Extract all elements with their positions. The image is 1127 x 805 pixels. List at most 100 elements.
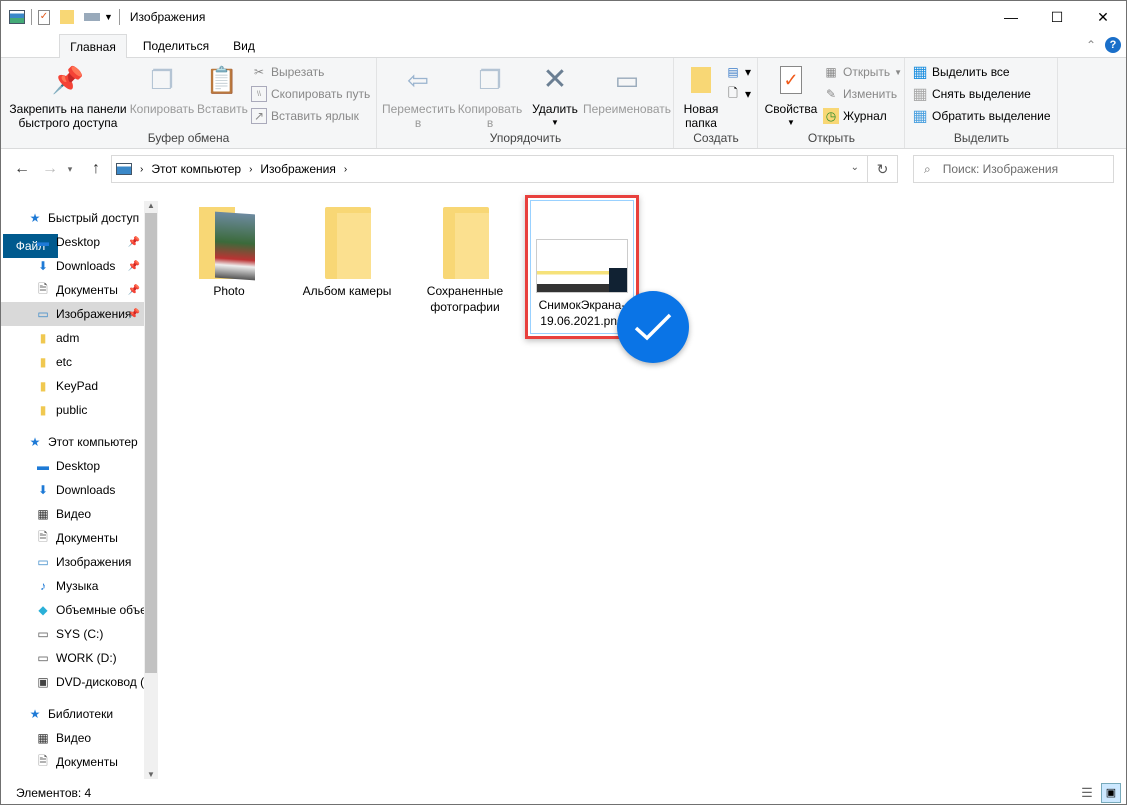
sidebar-item[interactable]: ▭ WORK (D:) (1, 646, 144, 670)
sidebar-item[interactable]: ◆ Объемные объекты (1, 598, 144, 622)
sidebar-item[interactable]: ▮ etc (1, 350, 144, 374)
cut-button[interactable]: ✂ Вырезать (251, 62, 324, 82)
sidebar-item[interactable]: ⬇ Downloads 📌 (1, 254, 144, 278)
new-folder-button[interactable]: Новая папка (679, 64, 723, 130)
breadcrumb-this-pc[interactable]: Этот компьютер (151, 162, 241, 176)
refresh-button[interactable]: ↻ (868, 155, 898, 183)
collapse-ribbon-icon[interactable]: ⌃ (1086, 38, 1096, 52)
sidebar-item[interactable]: ▬ Desktop (1, 454, 144, 478)
sidebar-item[interactable]: 🗎 Документы 📌 (1, 278, 144, 302)
sidebar-section-libraries[interactable]: ★ Библиотеки (1, 702, 144, 726)
sidebar-item[interactable]: ▬ Desktop 📌 (1, 230, 144, 254)
sidebar-item[interactable]: ▮ public (1, 398, 144, 422)
copy-button[interactable]: ❐ Копировать (128, 64, 196, 116)
drive-icon: ▭ (37, 651, 49, 665)
up-button[interactable]: ↑ (85, 155, 107, 183)
help-icon[interactable]: ? (1105, 37, 1121, 53)
maximize-button[interactable]: ☐ (1034, 1, 1080, 33)
properties-button[interactable]: ✓ Свойства ▼ (761, 64, 821, 130)
tab-view[interactable]: Вид (223, 34, 265, 58)
large-icons-view-icon[interactable]: ▣ (1101, 783, 1121, 803)
dvd-icon: ▣ (37, 675, 49, 689)
forward-button[interactable]: → (39, 155, 61, 183)
group-label: Открыть (807, 131, 856, 145)
navigation-scrollbar[interactable]: ▲ ▼ (144, 201, 158, 779)
title-bar: ✓ ▼ Изображения — ☐ ✕ (1, 1, 1126, 33)
open-button[interactable]: ▦ Открыть ▼ (823, 62, 902, 82)
rename-qa-icon[interactable] (84, 13, 100, 21)
back-button[interactable]: ← (11, 155, 33, 183)
address-bar[interactable]: › Этот компьютер › Изображения › ⌄ (111, 155, 868, 183)
rename-button[interactable]: ▭ Переименовать (582, 64, 672, 116)
copy-path-button[interactable]: \\ Скопировать путь (251, 84, 370, 104)
tab-share[interactable]: Поделиться (133, 34, 219, 58)
select-all-button[interactable]: ▦ Выделить все (912, 62, 1009, 82)
sidebar-item[interactable]: 🗎 Документы (1, 526, 144, 550)
file-item-photo[interactable]: Photo (175, 201, 283, 299)
history-button[interactable]: ◷ Журнал (823, 106, 887, 126)
minimize-button[interactable]: — (988, 1, 1034, 33)
details-view-icon[interactable]: ☰ (1079, 785, 1095, 801)
copy-to-button[interactable]: ❐ Копировать в (456, 64, 524, 130)
pin-quick-access-button[interactable]: 📌 Закрепить на панели быстрого доступа (7, 64, 129, 130)
pictures-icon (116, 163, 132, 175)
sidebar-item-label: WORK (D:) (56, 651, 117, 665)
sidebar-item[interactable]: ▭ SYS (C:) (1, 622, 144, 646)
sidebar-section-this-pc[interactable]: ★ Этот компьютер (1, 430, 144, 454)
group-new: Новая папка ▤ ▾ 🗋 ▾ Создать (675, 58, 758, 148)
shared-folder-icon: ▮ (39, 331, 47, 345)
sidebar-item-label: Desktop (56, 235, 101, 249)
folder-icon (317, 207, 377, 279)
easy-access-button[interactable]: 🗋 ▾ (725, 84, 751, 104)
file-item-saved-pictures[interactable]: Сохраненные фотографии (411, 201, 519, 315)
sidebar-item-label: Объемные объекты (56, 603, 144, 617)
library-icon: ★ (29, 707, 41, 721)
desktop-icon: ▬ (37, 459, 49, 473)
3d-objects-icon: ◆ (38, 603, 48, 617)
sidebar-item[interactable]: ▦ Видео (1, 502, 144, 526)
scrollbar-thumb[interactable] (145, 213, 157, 673)
copy-path-icon: \\ (251, 86, 267, 102)
customize-qa-chevron-icon[interactable]: ▼ (104, 12, 113, 22)
move-to-button[interactable]: ⇦ Переместить в (382, 64, 456, 130)
new-folder-qa-icon[interactable] (60, 10, 74, 24)
star-icon: ★ (29, 211, 41, 225)
sidebar-item[interactable]: 🗎 Документы (1, 750, 144, 774)
address-dropdown-icon[interactable]: ⌄ (851, 162, 859, 173)
file-item-camera-roll[interactable]: Альбом камеры (293, 201, 401, 299)
paste-shortcut-button[interactable]: ↗ Вставить ярлык (251, 106, 359, 126)
paste-button[interactable]: 📋 Вставить (197, 64, 248, 116)
recent-locations-button[interactable]: ▾ (63, 155, 77, 183)
properties-icon: ✓ (775, 64, 807, 96)
select-none-button[interactable]: ▦ Снять выделение (912, 84, 1030, 104)
sidebar-item[interactable]: ▣ DVD-дисковод ( (1, 670, 144, 694)
ribbon-tabs: Файл Главная Поделиться Вид ⌃ ? (1, 34, 1126, 258)
select-none-icon: ▦ (912, 86, 928, 103)
sidebar-item-label: Видео (56, 731, 92, 745)
folder-icon (435, 207, 495, 279)
sidebar-item[interactable]: ▮ KeyPad (1, 374, 144, 398)
sidebar-item-label: etc (56, 355, 73, 369)
sidebar-item[interactable]: ♪ Музыка (1, 574, 144, 598)
sidebar-item[interactable]: ▭ Изображения 📌 (1, 302, 144, 326)
delete-button[interactable]: ✕ Удалить ▼ (530, 64, 580, 130)
computer-icon: ★ (29, 435, 41, 449)
tab-home[interactable]: Главная (59, 34, 127, 59)
sidebar-item[interactable]: ▭ Изображения (1, 550, 144, 574)
breadcrumb-pictures[interactable]: Изображения (260, 162, 335, 176)
pin-icon: 📌 (127, 236, 140, 248)
invert-selection-icon: ▦ (912, 108, 928, 125)
sidebar-item-label: Изображения (56, 555, 132, 569)
sidebar-item[interactable]: ▦ Видео (1, 726, 144, 750)
new-item-button[interactable]: ▤ ▾ (725, 62, 751, 82)
sidebar-section-quick-access[interactable]: ★ Быстрый доступ (1, 206, 144, 230)
properties-qa-icon[interactable]: ✓ (38, 9, 50, 25)
invert-selection-button[interactable]: ▦ Обратить выделение (912, 106, 1050, 126)
image-thumbnail (536, 239, 628, 293)
sidebar-item[interactable]: ⬇ Downloads (1, 478, 144, 502)
close-button[interactable]: ✕ (1080, 1, 1126, 33)
folder-with-photos-icon (199, 207, 259, 281)
sidebar-item[interactable]: ▮ adm (1, 326, 144, 350)
search-input[interactable]: ⌕ Поиск: Изображения (913, 155, 1114, 183)
edit-button[interactable]: ✎ Изменить (823, 84, 897, 104)
